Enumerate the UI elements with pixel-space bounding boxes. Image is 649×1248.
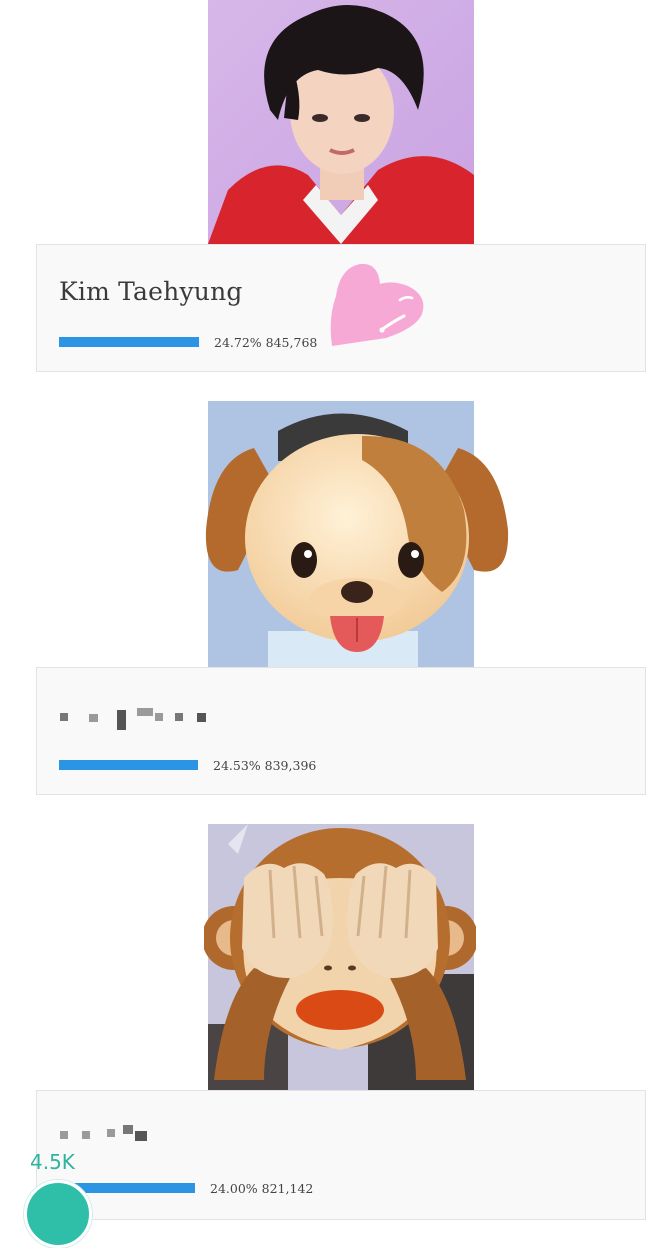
vote-count: 839,396: [264, 758, 317, 773]
share-count: 4.5K: [30, 1150, 75, 1174]
candidate-card-3[interactable]: 24.00% 821,142: [36, 1090, 646, 1220]
vote-stats: 24.72% 845,768: [214, 335, 317, 350]
share-icon[interactable]: [24, 1180, 92, 1248]
puppy-emoji-icon: [205, 434, 509, 652]
pink-heart-icon: [330, 263, 424, 346]
vote-count: 821,142: [261, 1181, 314, 1196]
vote-progress-fill: [59, 760, 198, 770]
candidate-name: Kim Taehyung: [59, 277, 243, 306]
candidate-photo-1: [208, 0, 474, 244]
vote-stats: 24.53% 839,396: [213, 758, 316, 773]
vote-progress-bar: [59, 760, 199, 770]
vote-percent: 24.00%: [210, 1181, 258, 1196]
vote-stats: 24.00% 821,142: [210, 1181, 313, 1196]
vote-percent: 24.53%: [213, 758, 261, 773]
candidate-card-2[interactable]: 24.53% 839,396: [36, 667, 646, 795]
vote-progress-fill: [59, 337, 199, 347]
vote-count: 845,768: [265, 335, 318, 350]
vote-percent: 24.72%: [214, 335, 262, 350]
see-no-evil-monkey-emoji-icon: [204, 828, 476, 1080]
vote-progress-bar: [59, 337, 199, 347]
